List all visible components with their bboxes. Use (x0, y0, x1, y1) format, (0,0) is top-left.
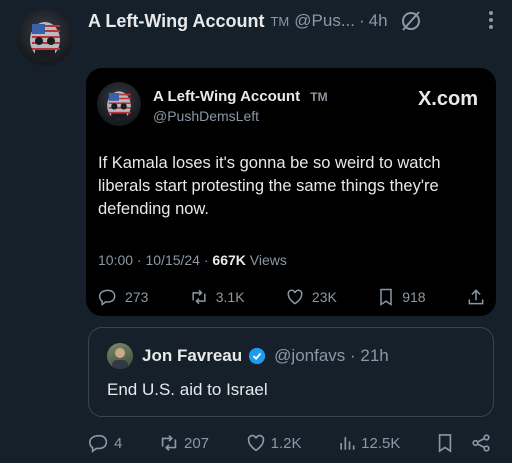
quoted-author-handle[interactable]: @jonfavs · 21h (274, 346, 389, 366)
embedded-trademark-mark: TM (310, 90, 328, 104)
repost-count: 207 (183, 434, 210, 452)
embedded-author-name: A Left-Wing Account (153, 88, 301, 105)
embedded-repost-count: 3.1K (215, 289, 245, 305)
quoted-author-avatar[interactable] (107, 343, 133, 369)
embedded-post-text: If Kamala loses it's gonna be so weird t… (98, 154, 441, 218)
secondary-actions (436, 432, 492, 454)
reply-icon (98, 289, 116, 306)
grok-icon[interactable] (400, 10, 422, 32)
like-button[interactable]: 1.2K (245, 432, 302, 454)
quoted-post[interactable]: Jon Favreau @jonfavs · 21h End U.S. aid … (88, 327, 494, 417)
author-avatar[interactable] (17, 10, 73, 66)
embedded-repost-stat: 3.1K (189, 287, 245, 307)
views-button[interactable]: 12.5K (337, 433, 400, 453)
flag-skull-avatar-image (30, 22, 60, 58)
like-count: 1.2K (270, 434, 302, 452)
more-options-icon[interactable] (488, 10, 494, 30)
author-handle[interactable]: @Pus... (294, 11, 355, 31)
embedded-share-stat (466, 287, 486, 307)
post-action-bar: 4 207 1.2K 12.5K (88, 432, 492, 454)
verified-badge-icon (248, 347, 266, 365)
embedded-reply-stat: 273 (98, 287, 148, 307)
embedded-reply-count: 273 (125, 289, 149, 305)
views-chart-icon (340, 437, 355, 450)
person-avatar-image (112, 348, 128, 369)
reply-button[interactable]: 4 (88, 432, 122, 454)
quoted-post-header: Jon Favreau @jonfavs · 21h (142, 346, 389, 366)
post-time[interactable]: 4h (369, 11, 388, 31)
embedded-author-name-row: A Left-Wing Account TM (153, 88, 328, 105)
embedded-post-timestamp: 10:00 · 10/15/24 · (98, 252, 213, 268)
views-count: 12.5K (361, 434, 401, 452)
heart-icon (287, 289, 303, 305)
repost-icon (161, 435, 177, 451)
share-icon (468, 289, 484, 305)
heart-icon (247, 434, 264, 452)
embedded-like-stat: 23K (285, 287, 337, 307)
repost-icon (192, 289, 206, 305)
embedded-views-count: 667K (212, 252, 246, 268)
repost-button[interactable]: 207 (158, 432, 209, 454)
author-name[interactable]: A Left-Wing Account (88, 11, 264, 32)
bookmark-icon (380, 288, 392, 306)
embedded-bookmark-count: 918 (402, 289, 426, 305)
bookmark-button[interactable] (436, 432, 454, 454)
bookmark-icon (438, 434, 452, 453)
embedded-author-avatar (97, 82, 141, 126)
embedded-views-label: Views (245, 252, 287, 268)
quoted-author-name[interactable]: Jon Favreau (142, 346, 242, 366)
flag-skull-avatar-image (107, 91, 131, 120)
embedded-action-bar: 273 3.1K 23K 918 (98, 286, 486, 308)
share-button[interactable] (470, 432, 492, 454)
reply-count: 4 (114, 434, 123, 452)
trademark-mark: TM (270, 13, 290, 29)
embedded-author-handle: @PushDemsLeft (153, 108, 260, 124)
post-header: A Left-Wing Account TM @Pus... · 4h (88, 8, 494, 34)
share-icon (472, 434, 490, 452)
embedded-like-count: 23K (311, 289, 337, 305)
embedded-post-meta: 10:00 · 10/15/24 · 667K Views (98, 252, 287, 268)
reply-icon (89, 434, 108, 453)
embedded-bookmark-stat: 918 (377, 287, 426, 307)
separator-dot: · (359, 11, 365, 30)
quoted-post-text: End U.S. aid to Israel (107, 380, 268, 399)
x-com-logo: X.com (417, 88, 478, 110)
embedded-post-image[interactable]: A Left-Wing Account TM @PushDemsLeft X.c… (86, 68, 496, 316)
